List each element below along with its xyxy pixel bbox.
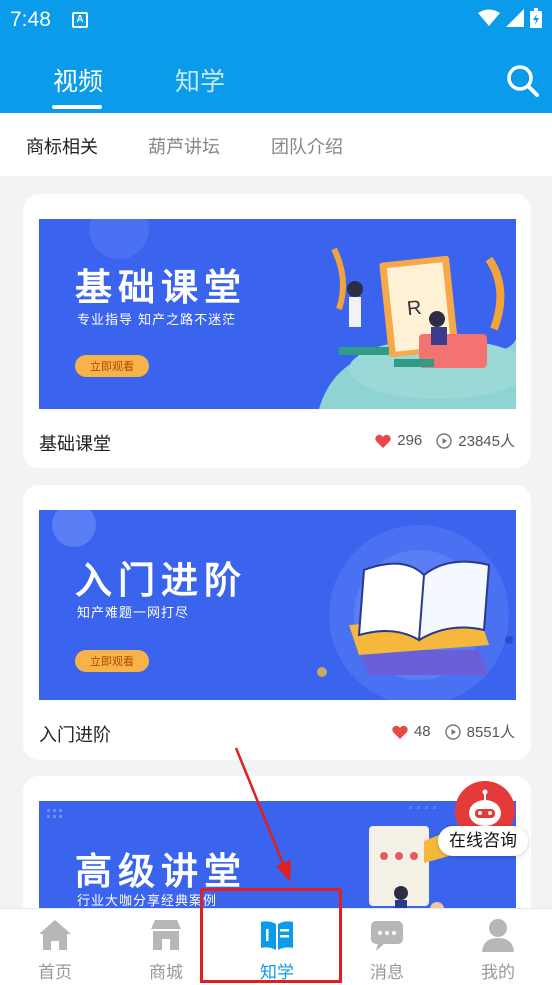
- nav-label: 我的: [481, 963, 515, 983]
- nav-label: 首页: [38, 963, 72, 983]
- notification-a-icon: A: [72, 12, 88, 28]
- heart-icon[interactable]: [392, 725, 408, 739]
- annotation-highlight-box: [200, 888, 342, 983]
- like-count: 48: [413, 723, 431, 740]
- banner-heading: 基础课堂: [75, 266, 247, 309]
- category-tabs: 商标相关 葫芦讲坛 团队介绍: [0, 113, 552, 176]
- search-icon[interactable]: [506, 64, 540, 98]
- top-tabs: 视频 知学: [0, 48, 552, 113]
- status-bar: 7:48 A: [0, 0, 552, 40]
- course-card[interactable]: R 基础课堂 专业指导 知产之路不迷茫 立即观看 基础课堂 296 23845人: [23, 194, 531, 468]
- view-count: 8551人: [466, 724, 515, 741]
- category-tab-team[interactable]: 团队介绍: [271, 133, 343, 159]
- tab-knowledge[interactable]: 知学: [175, 62, 225, 98]
- banner-subtitle: 行业大咖分享经典案例: [77, 894, 218, 909]
- course-banner[interactable]: R 基础课堂 专业指导 知产之路不迷茫 立即观看: [39, 219, 516, 409]
- watch-now-button[interactable]: 立即观看: [75, 653, 149, 669]
- course-title: 基础课堂: [39, 434, 111, 455]
- course-banner[interactable]: 入门进阶 知产难题一网打尽 立即观看: [39, 510, 516, 700]
- battery-icon: [530, 8, 542, 28]
- shop-icon: [151, 920, 181, 950]
- category-tab-forum[interactable]: 葫芦讲坛: [148, 133, 220, 159]
- course-title: 入门进阶: [39, 725, 111, 746]
- signal-icon: [506, 9, 524, 27]
- banner-subtitle: 专业指导 知产之路不迷茫: [77, 313, 237, 328]
- heart-icon[interactable]: [375, 434, 391, 448]
- nav-label: 消息: [370, 963, 404, 983]
- watch-now-button[interactable]: 立即观看: [75, 358, 149, 374]
- view-count: 23845人: [458, 433, 515, 450]
- active-tab-indicator: [52, 105, 102, 109]
- nav-messages[interactable]: 消息: [332, 909, 442, 985]
- play-icon: [436, 432, 452, 449]
- course-stats: 48 8551人: [392, 721, 515, 742]
- nav-home[interactable]: 首页: [0, 909, 110, 985]
- like-count: 296: [397, 432, 423, 449]
- message-icon: [371, 921, 403, 951]
- banner-subtitle: 知产难题一网打尽: [77, 606, 190, 621]
- user-icon: [482, 919, 514, 952]
- nav-profile[interactable]: 我的: [443, 909, 552, 985]
- tab-video[interactable]: 视频: [53, 62, 103, 98]
- wifi-icon: [478, 9, 500, 26]
- course-card[interactable]: 入门进阶 知产难题一网打尽 立即观看 入门进阶 48 8551人: [23, 485, 531, 760]
- status-time: 7:48: [10, 8, 51, 31]
- banner-heading: 高级讲堂: [75, 850, 247, 893]
- app-header: 7:48 A 视频 知学: [0, 0, 552, 113]
- status-icons: [478, 8, 542, 28]
- banner-heading: 入门进阶: [75, 559, 247, 602]
- course-stats: 296 23845人: [375, 430, 515, 451]
- home-icon: [39, 920, 71, 950]
- play-icon: [444, 723, 461, 740]
- online-consult-label: 在线咨询: [438, 826, 528, 856]
- category-tab-trademark[interactable]: 商标相关: [26, 133, 98, 159]
- online-consult-button[interactable]: 在线咨询: [438, 781, 528, 859]
